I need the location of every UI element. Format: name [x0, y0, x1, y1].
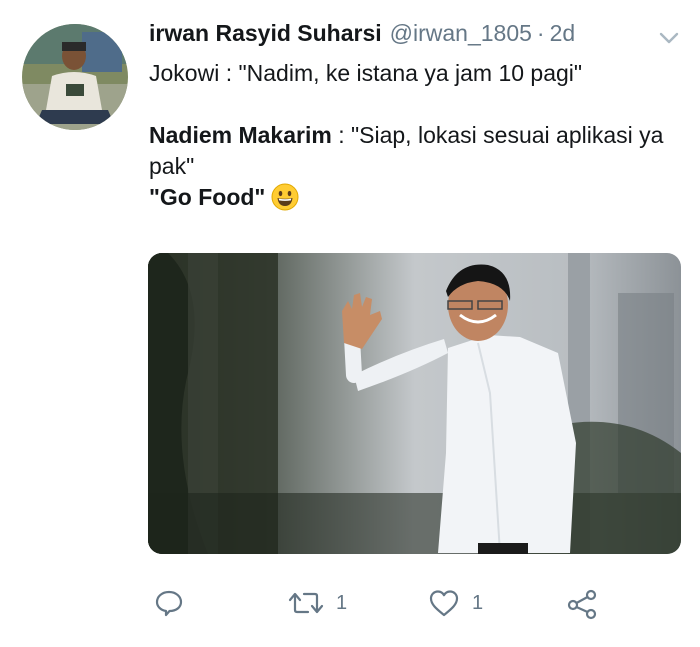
- tweet-line-3: "Go Food": [149, 182, 679, 213]
- tweet-header: irwan Rasyid Suharsi @irwan_1805 · 2d: [149, 20, 575, 50]
- avatar[interactable]: [22, 24, 128, 130]
- tweet-timestamp[interactable]: 2d: [550, 20, 576, 47]
- tweet-card[interactable]: irwan Rasyid Suharsi @irwan_1805 · 2d Jo…: [0, 0, 700, 647]
- tweet-line-1: Jokowi : "Nadim, ke istana ya jam 10 pag…: [149, 60, 583, 86]
- share-button[interactable]: [566, 588, 610, 620]
- like-count: 1: [472, 591, 484, 614]
- user-handle[interactable]: @irwan_1805: [390, 20, 532, 47]
- share-icon: [567, 589, 597, 620]
- tweet-line-2: Nadiem Makarim : "Siap, lokasi sesuai ap…: [149, 120, 679, 182]
- avatar-photo: [22, 24, 128, 130]
- retweet-count: 1: [336, 591, 348, 614]
- tweet-actions: 1 1: [148, 588, 681, 628]
- photo-man-waving: [148, 253, 681, 554]
- like-button[interactable]: 1: [428, 588, 483, 618]
- punchline: "Go Food": [149, 184, 266, 210]
- retweet-icon: [288, 592, 324, 614]
- retweet-button[interactable]: 1: [288, 588, 347, 618]
- speaker-name: Nadiem Makarim: [149, 122, 332, 148]
- grinning-face-emoji: [271, 183, 299, 211]
- tweet-photo[interactable]: [148, 253, 681, 554]
- reply-button[interactable]: [154, 588, 196, 618]
- heart-icon: [429, 590, 459, 617]
- separator-dot: ·: [536, 20, 545, 46]
- display-name[interactable]: irwan Rasyid Suharsi: [149, 20, 382, 47]
- chevron-down-icon[interactable]: [658, 30, 680, 46]
- reply-icon: [155, 590, 183, 617]
- tweet-text: Jokowi : "Nadim, ke istana ya jam 10 pag…: [149, 58, 679, 213]
